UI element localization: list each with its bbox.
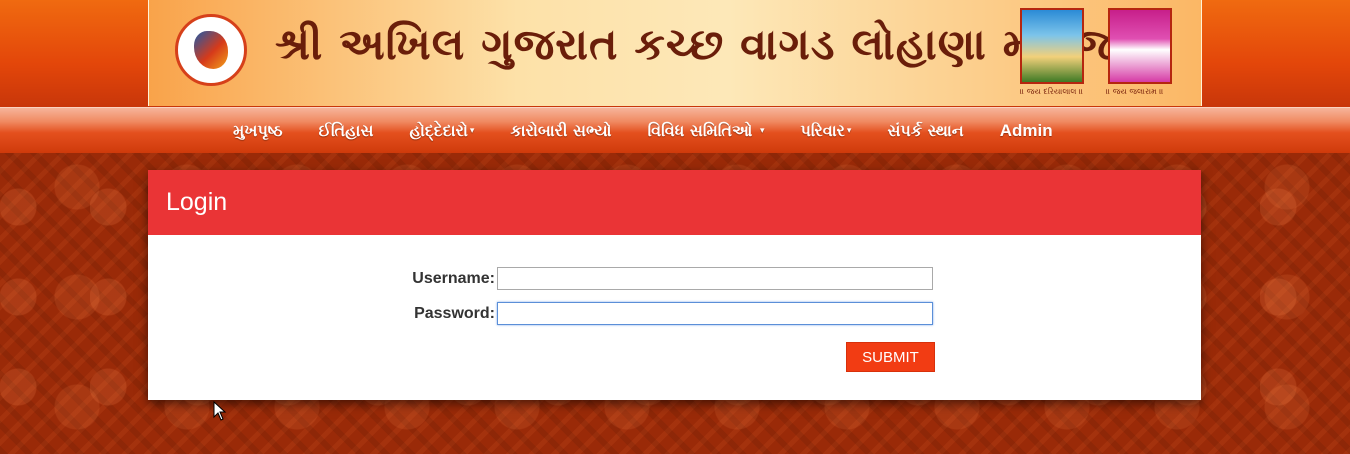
password-row: Password:	[148, 302, 933, 325]
password-input[interactable]	[497, 302, 933, 325]
nav-item-label: મુખપૃષ્ઠ	[233, 120, 283, 140]
caret-down-icon: ▾	[846, 126, 852, 136]
gujarat-map-icon	[194, 31, 228, 69]
nav-item-label: કારોબારી સભ્યો	[510, 120, 612, 140]
nav-item-label: Admin	[999, 120, 1053, 140]
nav-item-history[interactable]: ઈતિહાસ	[319, 121, 374, 141]
login-panel-header: Login	[148, 170, 1201, 235]
nav-item-label: ઈતિહાસ	[318, 120, 374, 140]
nav-item-label: સંપર્ક સ્થાન	[887, 120, 964, 140]
jalaram-image	[1108, 8, 1172, 84]
nav-item-family[interactable]: પરિવાર ▾	[800, 121, 851, 141]
nav-item-committees[interactable]: વિવિધ સમિતિઓ ▾	[648, 121, 765, 141]
nav-item-label: પરિવાર	[800, 120, 845, 140]
login-panel: Login Username: Password: SUBMIT	[148, 170, 1201, 400]
username-row: Username:	[148, 267, 933, 290]
nav-item-admin[interactable]: Admin	[1000, 121, 1053, 141]
username-input[interactable]	[497, 267, 933, 290]
mahajan-logo-icon[interactable]	[175, 14, 247, 86]
deity-caption-2: ॥ જય જલારામ ॥	[1106, 87, 1164, 96]
password-label: Password:	[414, 304, 495, 322]
submit-button[interactable]: SUBMIT	[846, 342, 935, 372]
caret-down-icon: ▾	[469, 126, 475, 136]
main-nav: મુખપૃષ્ઠ ઈતિહાસ હોદ્દેદારો ▾ કારોબારી સભ્…	[0, 107, 1350, 153]
nav-item-label: હોદ્દેદારો	[409, 120, 468, 140]
mouse-pointer-icon	[213, 401, 227, 421]
dariyalal-image	[1020, 8, 1084, 84]
nav-item-executive-members[interactable]: કારોબારી સભ્યો	[510, 121, 611, 141]
username-label: Username:	[412, 269, 495, 287]
nav-item-label: વિવિધ સમિતિઓ	[647, 120, 753, 140]
nav-item-home[interactable]: મુખપૃષ્ઠ	[233, 121, 283, 141]
login-title: Login	[166, 188, 228, 216]
nav-item-contact[interactable]: સંપર્ક સ્થાન	[887, 121, 963, 141]
deity-caption-1: ॥ જય દરિયાલાલ ॥	[1020, 87, 1084, 96]
nav-item-office-bearers[interactable]: હોદ્દેદારો ▾	[409, 121, 474, 141]
site-banner: શ્રી અખિલ ગુજરાત કચ્છ વાગડ લોહાણા મહાજન …	[148, 0, 1202, 106]
caret-down-icon: ▾	[759, 126, 765, 136]
